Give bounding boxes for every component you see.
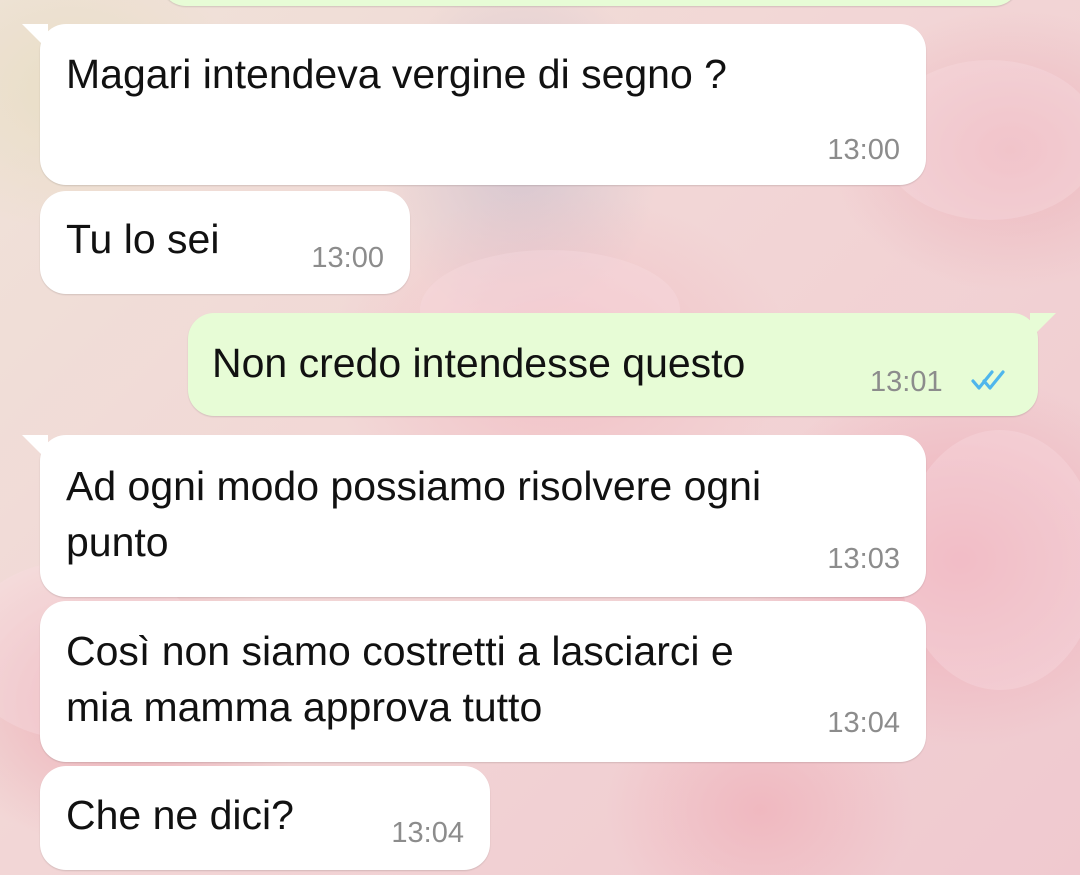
message-bubble-outgoing[interactable]: Non credo intendesse questo 13:01 — [188, 313, 1056, 416]
message-text: Così non siamo costretti a lasciarci e m… — [66, 628, 734, 730]
message-bubble-incoming[interactable]: Magari intendeva vergine di segno ? 13:0… — [22, 24, 926, 185]
message-text: Ad ogni modo possiamo risolvere ogni pun… — [66, 463, 762, 565]
message-text: Tu lo sei — [66, 216, 220, 262]
message-time: 13:03 — [827, 543, 900, 575]
message-text: Magari intendeva vergine di segno ? — [66, 51, 727, 97]
message-time: 13:01 — [870, 366, 943, 398]
message-bubble-outgoing-partial[interactable] — [160, 0, 1020, 6]
bubble-tail — [1030, 313, 1056, 339]
message-bubble-incoming[interactable]: Ad ogni modo possiamo risolvere ogni pun… — [22, 435, 926, 597]
message-bubble-incoming[interactable]: Così non siamo costretti a lasciarci e m… — [40, 601, 926, 762]
message-bubble-incoming[interactable]: Che ne dici? 13:04 — [40, 766, 490, 870]
bubble-tail — [22, 24, 48, 50]
message-text: Che ne dici? — [66, 792, 294, 838]
message-text: Non credo intendesse questo — [212, 340, 746, 386]
message-time: 13:00 — [827, 134, 900, 166]
double-check-icon — [971, 370, 1005, 390]
message-time: 13:04 — [827, 707, 900, 739]
message-bubble-incoming[interactable]: Tu lo sei 13:00 — [40, 191, 410, 294]
wallpaper-petal — [900, 430, 1080, 690]
message-time: 13:00 — [311, 242, 384, 274]
message-time: 13:04 — [391, 817, 464, 849]
bubble-tail — [22, 435, 48, 461]
